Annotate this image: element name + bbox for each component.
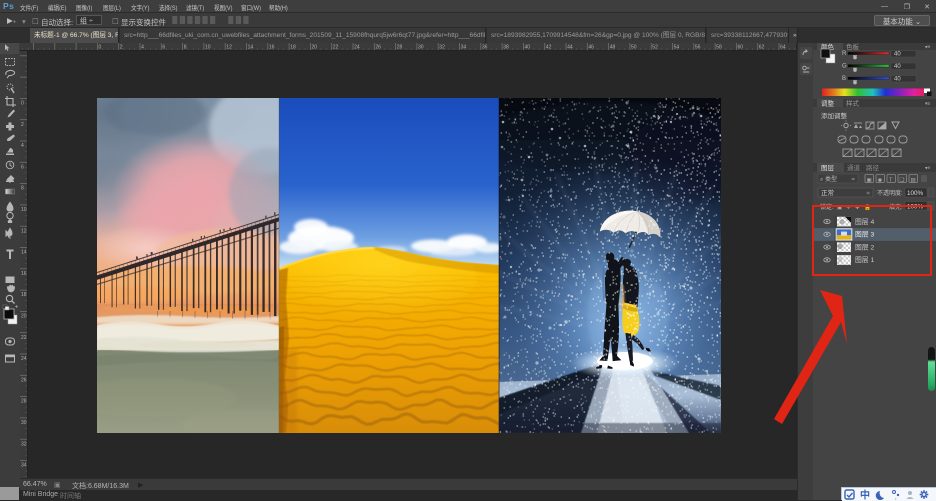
svg-text:路径: 路径 <box>866 163 880 172</box>
svg-text:38: 38 <box>503 45 509 51</box>
svg-text:图层: 图层 <box>821 164 835 172</box>
svg-text:通道: 通道 <box>847 163 861 172</box>
svg-text:40: 40 <box>894 64 901 70</box>
svg-text:0: 0 <box>99 45 102 51</box>
svg-text:⌕ 类型: ⌕ 类型 <box>820 175 837 183</box>
svg-text:R: R <box>842 51 847 57</box>
svg-text:100%: 100% <box>907 190 924 197</box>
svg-text:40: 40 <box>525 45 531 51</box>
svg-text:32: 32 <box>439 45 445 51</box>
svg-text:60: 60 <box>738 45 744 51</box>
svg-text:64: 64 <box>780 45 786 51</box>
svg-text:▾≡: ▾≡ <box>925 166 931 172</box>
svg-text:B: B <box>842 76 846 82</box>
svg-text:26: 26 <box>375 45 381 51</box>
svg-text:样式: 样式 <box>846 99 860 108</box>
svg-text:≑: ≑ <box>851 177 855 183</box>
svg-text:▣: ▣ <box>867 177 873 183</box>
svg-text:G: G <box>842 64 847 70</box>
svg-text:30: 30 <box>418 45 424 51</box>
svg-text:10: 10 <box>205 45 211 51</box>
svg-text:不透明度:: 不透明度: <box>877 189 903 197</box>
svg-text:添加调整: 添加调整 <box>821 111 848 120</box>
svg-text:46: 46 <box>588 45 594 51</box>
svg-text:2: 2 <box>120 45 123 51</box>
svg-text:20: 20 <box>312 45 318 51</box>
svg-text:44: 44 <box>567 45 573 51</box>
svg-text:50: 50 <box>631 45 637 51</box>
svg-text:8: 8 <box>21 186 24 192</box>
svg-text:2: 2 <box>21 122 24 128</box>
svg-text:42: 42 <box>546 45 552 51</box>
svg-text:40: 40 <box>894 51 901 57</box>
svg-text:34: 34 <box>461 45 467 51</box>
svg-text:0: 0 <box>21 101 24 107</box>
svg-text:52: 52 <box>652 45 658 51</box>
svg-text:14: 14 <box>248 45 254 51</box>
svg-text:6: 6 <box>21 164 24 170</box>
svg-text:≑: ≑ <box>866 191 870 197</box>
svg-text:36: 36 <box>482 45 488 51</box>
svg-text:62: 62 <box>759 45 765 51</box>
svg-text:40: 40 <box>894 76 901 82</box>
svg-text:18: 18 <box>290 45 296 51</box>
svg-text:中: 中 <box>860 489 870 501</box>
svg-text:色板: 色板 <box>846 43 860 51</box>
svg-text:48: 48 <box>610 45 616 51</box>
svg-text:16: 16 <box>269 45 275 51</box>
svg-text:◉: ◉ <box>878 177 883 183</box>
svg-text:12: 12 <box>226 45 232 51</box>
svg-text:▤: ▤ <box>911 177 917 183</box>
svg-text:58: 58 <box>716 45 722 51</box>
svg-text:4: 4 <box>21 143 24 149</box>
svg-text:▾≡: ▾≡ <box>925 101 931 107</box>
svg-text:24: 24 <box>354 45 360 51</box>
svg-text:4: 4 <box>141 45 144 51</box>
svg-text:正常: 正常 <box>821 188 834 197</box>
svg-text:调整: 调整 <box>821 99 835 108</box>
svg-text:8: 8 <box>184 45 187 51</box>
svg-text:▾≡: ▾≡ <box>925 45 931 51</box>
svg-text:22: 22 <box>333 45 339 51</box>
svg-text:28: 28 <box>397 45 403 51</box>
svg-text:56: 56 <box>695 45 701 51</box>
svg-text:54: 54 <box>674 45 680 51</box>
svg-text:6: 6 <box>162 45 165 51</box>
